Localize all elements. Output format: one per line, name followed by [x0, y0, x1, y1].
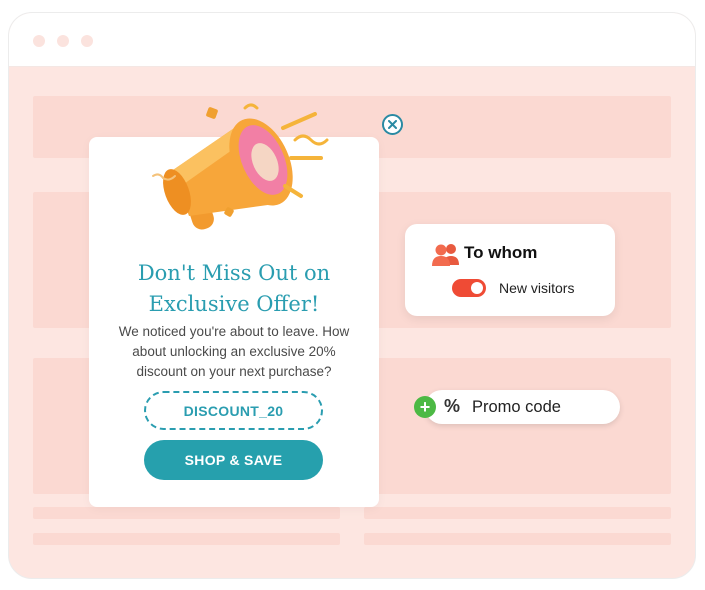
toggle-label: New visitors	[499, 280, 575, 296]
body-line: about unlocking an exclusive 20%	[132, 344, 336, 359]
headline-line: Don't Miss Out on	[137, 261, 331, 285]
browser-titlebar	[9, 13, 695, 67]
placeholder-bar	[33, 507, 340, 519]
percent-icon: %	[444, 396, 461, 416]
placeholder-bar	[33, 533, 340, 545]
toggle-knob	[471, 282, 483, 294]
megaphone-icon	[152, 103, 329, 230]
new-visitors-toggle[interactable]	[452, 279, 486, 297]
users-icon	[432, 244, 459, 266]
popup-headline: Don't Miss Out on Exclusive Offer!	[89, 258, 379, 320]
body-line: discount on your next purchase?	[136, 364, 332, 379]
shop-button-label: SHOP & SAVE	[184, 452, 283, 468]
window-dot-icon	[33, 35, 45, 47]
window-dot-icon	[57, 35, 69, 47]
shop-and-save-button[interactable]: SHOP & SAVE	[144, 440, 323, 480]
close-icon	[388, 120, 397, 129]
popup-body-text: We noticed you're about to leave. How ab…	[102, 322, 366, 382]
headline-line: Exclusive Offer!	[148, 292, 320, 316]
body-line: We noticed you're about to leave. How	[118, 324, 350, 339]
close-button[interactable]	[382, 114, 403, 135]
placeholder-bar	[364, 507, 671, 519]
placeholder-bar	[364, 533, 671, 545]
audience-card: To whom New visitors	[405, 224, 615, 316]
coupon-code-text: DISCOUNT_20	[183, 402, 284, 419]
coupon-code[interactable]: DISCOUNT_20	[144, 391, 323, 430]
window-dot-icon	[81, 35, 93, 47]
plus-icon[interactable]: +	[414, 396, 436, 418]
audience-title: To whom	[464, 243, 538, 262]
promo-code-label: Promo code	[472, 398, 561, 416]
